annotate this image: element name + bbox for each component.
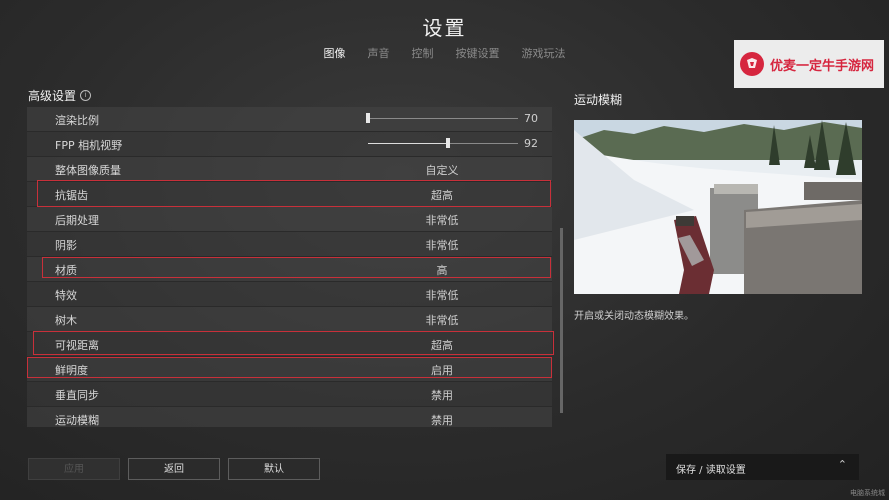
save-load-panel[interactable]: 保存 / 读取设置 ⌃	[666, 454, 859, 480]
tab-control[interactable]: 控制	[412, 45, 434, 61]
setting-row-overall-quality[interactable]: 整体图像质量 自定义	[27, 157, 552, 182]
setting-value: 非常低	[425, 314, 459, 327]
save-load-label: 保存 / 读取设置	[676, 465, 746, 476]
apply-button[interactable]: 应用	[28, 458, 120, 480]
setting-row-shadows[interactable]: 阴影 非常低	[27, 232, 552, 257]
setting-label: 鲜明度	[55, 364, 88, 377]
info-icon[interactable]: i	[80, 90, 92, 101]
setting-row-effects[interactable]: 特效 非常低	[27, 282, 552, 307]
setting-value: 非常低	[425, 289, 459, 302]
settings-list: 渲染比例 70 FPP 相机视野 92 整体图像质量 自定义 抗锯齿 超高 后期…	[27, 107, 552, 427]
watermark-text: 优麦一定牛手游网	[770, 58, 875, 74]
setting-label: 可视距离	[55, 339, 99, 352]
fpp-fov-slider-thumb[interactable]	[446, 138, 450, 148]
tab-sound[interactable]: 声音	[368, 45, 390, 61]
section-title: 高级设置 i	[28, 87, 92, 104]
detail-description: 开启或关闭动态模糊效果。	[574, 311, 694, 322]
fpp-fov-slider-fill	[368, 143, 448, 144]
render-scale-slider[interactable]	[366, 113, 518, 123]
setting-row-vsync[interactable]: 垂直同步 禁用	[27, 382, 552, 407]
watermark: 优麦一定牛手游网	[734, 40, 884, 88]
setting-row-textures[interactable]: 材质 高	[27, 257, 552, 282]
setting-value: 启用	[431, 364, 453, 377]
back-button[interactable]: 返回	[128, 458, 220, 480]
corner-watermark: 电脑系统城	[850, 489, 885, 497]
setting-row-foliage[interactable]: 树木 非常低	[27, 307, 552, 332]
tab-keybindings[interactable]: 按键设置	[456, 45, 500, 61]
setting-label: 阴影	[55, 239, 77, 252]
setting-value: 70	[524, 112, 538, 125]
setting-row-view-distance[interactable]: 可视距离 超高	[27, 332, 552, 357]
setting-label: 运动模糊	[55, 414, 99, 427]
setting-value: 超高	[431, 189, 453, 202]
setting-value: 禁用	[431, 389, 453, 402]
setting-label: 特效	[55, 289, 77, 302]
watermark-logo-icon	[740, 52, 764, 76]
setting-label: 抗锯齿	[55, 189, 88, 202]
setting-value: 高	[436, 264, 448, 277]
setting-value: 非常低	[425, 239, 459, 252]
page-title: 设置	[422, 16, 467, 40]
setting-value: 非常低	[425, 214, 459, 227]
setting-value: 超高	[431, 339, 453, 352]
fpp-fov-slider[interactable]	[368, 138, 518, 148]
setting-value: 禁用	[431, 414, 453, 427]
setting-value: 92	[524, 137, 538, 150]
setting-label: 材质	[55, 264, 77, 277]
render-scale-slider-thumb[interactable]	[366, 113, 370, 123]
setting-row-sharpness[interactable]: 鲜明度 启用	[27, 357, 552, 382]
default-button[interactable]: 默认	[228, 458, 320, 480]
setting-row-anti-aliasing[interactable]: 抗锯齿 超高	[27, 182, 552, 207]
setting-label: 后期处理	[55, 214, 99, 227]
settings-scrollbar[interactable]	[560, 228, 563, 413]
chevron-up-icon[interactable]: ⌃	[838, 458, 847, 471]
tab-gameplay[interactable]: 游戏玩法	[522, 45, 566, 61]
setting-row-render-scale[interactable]: 渲染比例 70	[27, 107, 552, 132]
setting-row-post-processing[interactable]: 后期处理 非常低	[27, 207, 552, 232]
section-title-label: 高级设置	[28, 89, 77, 103]
setting-label: 树木	[55, 314, 77, 327]
motion-blur-preview-image	[574, 120, 862, 294]
tab-graphics[interactable]: 图像	[324, 45, 346, 61]
setting-label: 渲染比例	[55, 114, 99, 127]
setting-label: FPP 相机视野	[55, 139, 123, 152]
setting-row-fpp-fov[interactable]: FPP 相机视野 92	[27, 132, 552, 157]
setting-row-motion-blur[interactable]: 运动模糊 禁用	[27, 407, 552, 427]
setting-label: 整体图像质量	[55, 164, 121, 177]
detail-title: 运动模糊	[574, 93, 623, 107]
setting-value: 自定义	[425, 164, 459, 177]
setting-label: 垂直同步	[55, 389, 99, 402]
